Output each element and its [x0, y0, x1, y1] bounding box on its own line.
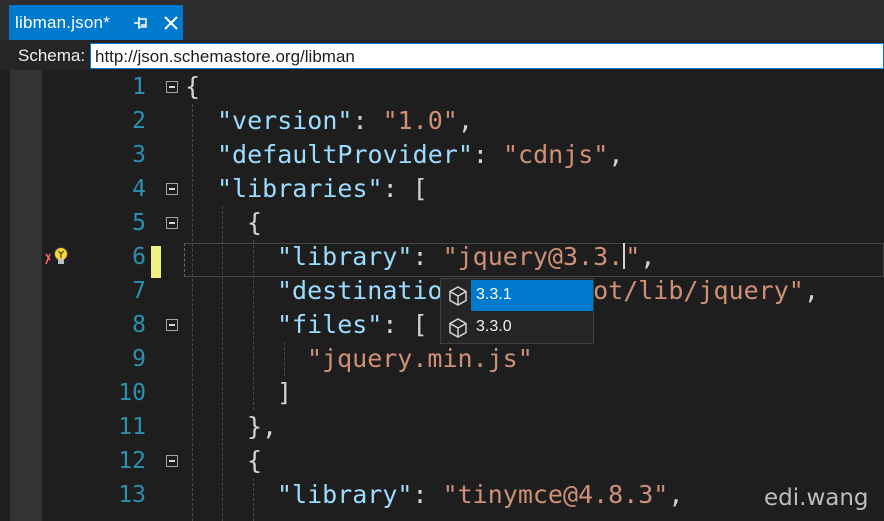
watermark: edi.wang: [764, 485, 869, 511]
package-icon: [449, 318, 467, 338]
json-string: "1.0": [382, 106, 458, 135]
code-text: "jquery.min.js": [307, 344, 533, 373]
json-string: "tinymce@4.8.3": [442, 480, 669, 509]
line-number: 6: [132, 244, 146, 270]
json-string: "cdnjs": [502, 140, 609, 169]
line-number: 3: [132, 142, 146, 168]
fold-toggle-icon[interactable]: [166, 319, 178, 331]
line-number: 2: [132, 108, 146, 134]
json-key: "defaultProvider": [217, 140, 473, 169]
close-icon[interactable]: [160, 12, 182, 34]
tab-libman-json[interactable]: libman.json*: [9, 5, 183, 40]
schema-label: Schema:: [18, 46, 86, 65]
fold-toggle-icon[interactable]: [166, 217, 178, 229]
code-text: "version": "1.0",: [217, 106, 473, 135]
line-number: 5: [132, 210, 146, 236]
code-line-12: 12 {: [0, 444, 884, 478]
package-icon: [449, 286, 467, 306]
line-number: 4: [132, 176, 146, 202]
completion-item[interactable]: 3.3.1: [442, 280, 593, 311]
pin-icon[interactable]: [131, 14, 151, 32]
json-key: "version": [217, 106, 353, 135]
code-line-1: 1 {: [0, 70, 884, 104]
code-line-11: 11 },: [0, 410, 884, 444]
document-tab-strip: libman.json*: [0, 0, 884, 40]
code-text: "files": [: [277, 310, 428, 339]
line-number: 9: [132, 346, 146, 372]
fold-toggle-icon[interactable]: [166, 455, 178, 467]
code-line-13: 13 "library": "tinymce@4.8.3",: [0, 478, 884, 512]
fold-toggle-icon[interactable]: [166, 183, 178, 195]
line-number: 12: [118, 448, 146, 474]
line-number: 13: [118, 482, 146, 508]
schema-url-input[interactable]: http://json.schemastore.org/libman: [90, 43, 884, 69]
json-key: "files": [277, 310, 383, 339]
code-text: {: [185, 72, 201, 101]
code-text: },: [247, 412, 278, 441]
fold-toggle-icon[interactable]: [166, 81, 178, 93]
line-number: 1: [132, 74, 146, 100]
json-key: "library": [277, 242, 413, 271]
code-text: ]: [277, 378, 293, 407]
code-text[interactable]: "library": "jquery@3.3.",: [277, 240, 655, 274]
line-number: 10: [118, 380, 146, 406]
code-line-2: 2 "version": "1.0",: [0, 104, 884, 138]
code-line-4: 4 "libraries": [: [0, 172, 884, 206]
code-text: {: [247, 446, 263, 475]
code-text: "library": "tinymce@4.8.3",: [277, 480, 684, 509]
completion-label: 3.3.1: [476, 286, 512, 303]
completion-item[interactable]: 3.3.0: [442, 312, 592, 343]
tab-title: libman.json*: [15, 12, 111, 32]
line-number: 7: [132, 278, 146, 304]
code-line-5: 5 {: [0, 206, 884, 240]
json-key: "library": [277, 480, 413, 509]
line-number: 8: [132, 312, 146, 338]
json-string: "jquery@3.3.: [442, 242, 624, 271]
code-line-6: 6 "library": "jquery@3.3.",: [0, 240, 884, 274]
schema-bar: Schema: http://json.schemastore.org/libm…: [0, 40, 884, 70]
completion-label: 3.3.0: [476, 318, 512, 335]
intellisense-popup: 3.3.1 3.3.0: [440, 278, 594, 344]
line-number: 11: [118, 414, 146, 440]
code-line-10: 10 ]: [0, 376, 884, 410]
code-line-9: 9 "jquery.min.js": [0, 342, 884, 376]
json-key: "libraries": [217, 174, 383, 203]
code-text: {: [247, 208, 263, 237]
code-text: "libraries": [: [217, 174, 428, 203]
code-line-3: 3 "defaultProvider": "cdnjs",: [0, 138, 884, 172]
code-text: "defaultProvider": "cdnjs",: [217, 140, 624, 169]
